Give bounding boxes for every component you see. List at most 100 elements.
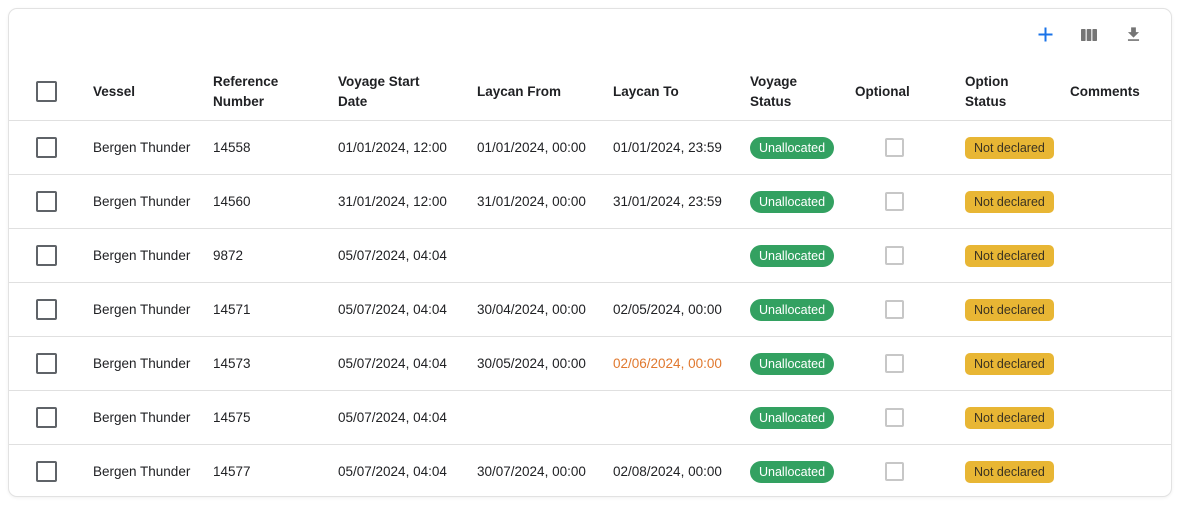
option-status-badge: Not declared [965, 191, 1054, 213]
voyage_start_date-cell: 31/01/2024, 12:00 [338, 175, 477, 229]
voyage_status-cell: Unallocated [750, 445, 855, 498]
reference_number-cell: 14575 [213, 391, 338, 445]
select-all-header [9, 63, 93, 121]
add-icon [1036, 25, 1055, 47]
row-select-checkbox[interactable] [36, 191, 57, 212]
optional-cell [855, 391, 965, 445]
optional-cell [855, 121, 965, 175]
laycan-to-value: 02/06/2024, 00:00 [613, 356, 722, 371]
voyage-start-date-value: 05/07/2024, 04:04 [338, 248, 447, 263]
vessel-cell: Bergen Thunder [93, 445, 213, 498]
row-select-checkbox[interactable] [36, 461, 57, 482]
select-cell [9, 229, 93, 283]
option-status-badge: Not declared [965, 353, 1054, 375]
table-row: Bergen Thunder14577 05/07/2024, 04:04 30/0… [9, 445, 1172, 498]
option-status-badge: Not declared [965, 299, 1054, 321]
voyage_start_date-cell: 05/07/2024, 04:04 [338, 337, 477, 391]
laycan-to-value: 31/01/2024, 23:59 [613, 194, 722, 209]
voyage_status-cell: Unallocated [750, 283, 855, 337]
row-select-checkbox[interactable] [36, 299, 57, 320]
vessel-value: Bergen Thunder [93, 248, 190, 263]
download-button[interactable] [1121, 24, 1145, 48]
reference_number-cell: 14571 [213, 283, 338, 337]
vessel-cell: Bergen Thunder [93, 175, 213, 229]
voyage-status-badge: Unallocated [750, 461, 834, 483]
laycan-from-value: 30/05/2024, 00:00 [477, 356, 586, 371]
voyage-start-date-value: 05/07/2024, 04:04 [338, 356, 447, 371]
row-select-checkbox[interactable] [36, 137, 57, 158]
reference-number-value: 14560 [213, 194, 251, 209]
optional-cell [855, 337, 965, 391]
optional-cell [855, 445, 965, 498]
select-cell [9, 175, 93, 229]
comments-cell [1070, 391, 1172, 445]
voyage_status-cell: Unallocated [750, 391, 855, 445]
laycan-to-value: 02/08/2024, 00:00 [613, 464, 722, 479]
voyage-status-badge: Unallocated [750, 191, 834, 213]
optional-checkbox [885, 300, 904, 319]
voyage_start_date-cell: 05/07/2024, 04:04 [338, 229, 477, 283]
laycan-from-value: 30/07/2024, 00:00 [477, 464, 586, 479]
laycan-from-value: 01/01/2024, 00:00 [477, 140, 586, 155]
vessel-cell: Bergen Thunder [93, 391, 213, 445]
reference_number-cell: 14577 [213, 445, 338, 498]
row-select-checkbox[interactable] [36, 245, 57, 266]
column-label: Option Status [965, 72, 1017, 112]
laycan_from-cell [477, 229, 613, 283]
voyage_status-cell: Unallocated [750, 337, 855, 391]
reference_number-cell: 14573 [213, 337, 338, 391]
optional-cell [855, 175, 965, 229]
column-settings-button[interactable] [1077, 24, 1101, 48]
vessel-cell: Bergen Thunder [93, 283, 213, 337]
table-row: Bergen Thunder14575 05/07/2024, 04:04 Unal… [9, 391, 1172, 445]
select-all-checkbox[interactable] [36, 81, 57, 102]
vessel-cell: Bergen Thunder [93, 229, 213, 283]
option_status-cell: Not declared [965, 445, 1070, 498]
select-cell [9, 445, 93, 498]
column-header-option_status: Option Status [965, 63, 1070, 121]
voyage-status-badge: Unallocated [750, 299, 834, 321]
reference-number-value: 14575 [213, 410, 251, 425]
row-select-checkbox[interactable] [36, 407, 57, 428]
voyages-table: VesselReference NumberVoyage Start DateL… [9, 63, 1172, 497]
laycan-to-value: 01/01/2024, 23:59 [613, 140, 722, 155]
optional-cell [855, 283, 965, 337]
voyage-start-date-value: 05/07/2024, 04:04 [338, 302, 447, 317]
table-row: Bergen Thunder987205/07/2024, 04:04Unall… [9, 229, 1172, 283]
column-label: Laycan To [613, 82, 679, 102]
reference-number-value: 14577 [213, 464, 251, 479]
laycan_to-cell [613, 391, 750, 445]
column-header-voyage_status: Voyage Status [750, 63, 855, 121]
voyage_start_date-cell: 01/01/2024, 12:00 [338, 121, 477, 175]
laycan-from-value: 30/04/2024, 00:00 [477, 302, 586, 317]
option_status-cell: Not declared [965, 391, 1070, 445]
voyage-status-badge: Unallocated [750, 137, 834, 159]
view-columns-icon [1080, 26, 1098, 47]
optional-cell [855, 229, 965, 283]
option_status-cell: Not declared [965, 283, 1070, 337]
voyage-start-date-value: 05/07/2024, 04:04 [338, 410, 447, 425]
voyage-status-badge: Unallocated [750, 407, 834, 429]
voyage_status-cell: Unallocated [750, 229, 855, 283]
column-label: Comments [1070, 82, 1140, 102]
comments-cell [1070, 229, 1172, 283]
laycan_to-cell: 31/01/2024, 23:59 [613, 175, 750, 229]
voyages-table-card: VesselReference NumberVoyage Start DateL… [8, 8, 1172, 497]
add-button[interactable] [1033, 24, 1057, 48]
vessel-value: Bergen Thunder [93, 356, 190, 371]
page: VesselReference NumberVoyage Start DateL… [0, 0, 1181, 505]
voyage_status-cell: Unallocated [750, 175, 855, 229]
vessel-value: Bergen Thunder [93, 302, 190, 317]
voyage-start-date-value: 05/07/2024, 04:04 [338, 464, 447, 479]
table-row: Bergen Thunder 14571 05/07/2024, 04:04 30/0… [9, 283, 1172, 337]
row-select-checkbox[interactable] [36, 353, 57, 374]
vessel-cell: Bergen Thunder [93, 121, 213, 175]
column-header-vessel: Vessel [93, 63, 213, 121]
select-cell [9, 391, 93, 445]
table-row: Bergen Thunder1455801/01/2024, 12:0001/0… [9, 121, 1172, 175]
voyage-start-date-value: 31/01/2024, 12:00 [338, 194, 447, 209]
column-label: Optional [855, 82, 910, 102]
voyage_start_date-cell: 05/07/2024, 04:04 [338, 445, 477, 498]
voyage_start_date-cell: 05/07/2024, 04:04 [338, 283, 477, 337]
reference-number-value: 14571 [213, 302, 251, 317]
